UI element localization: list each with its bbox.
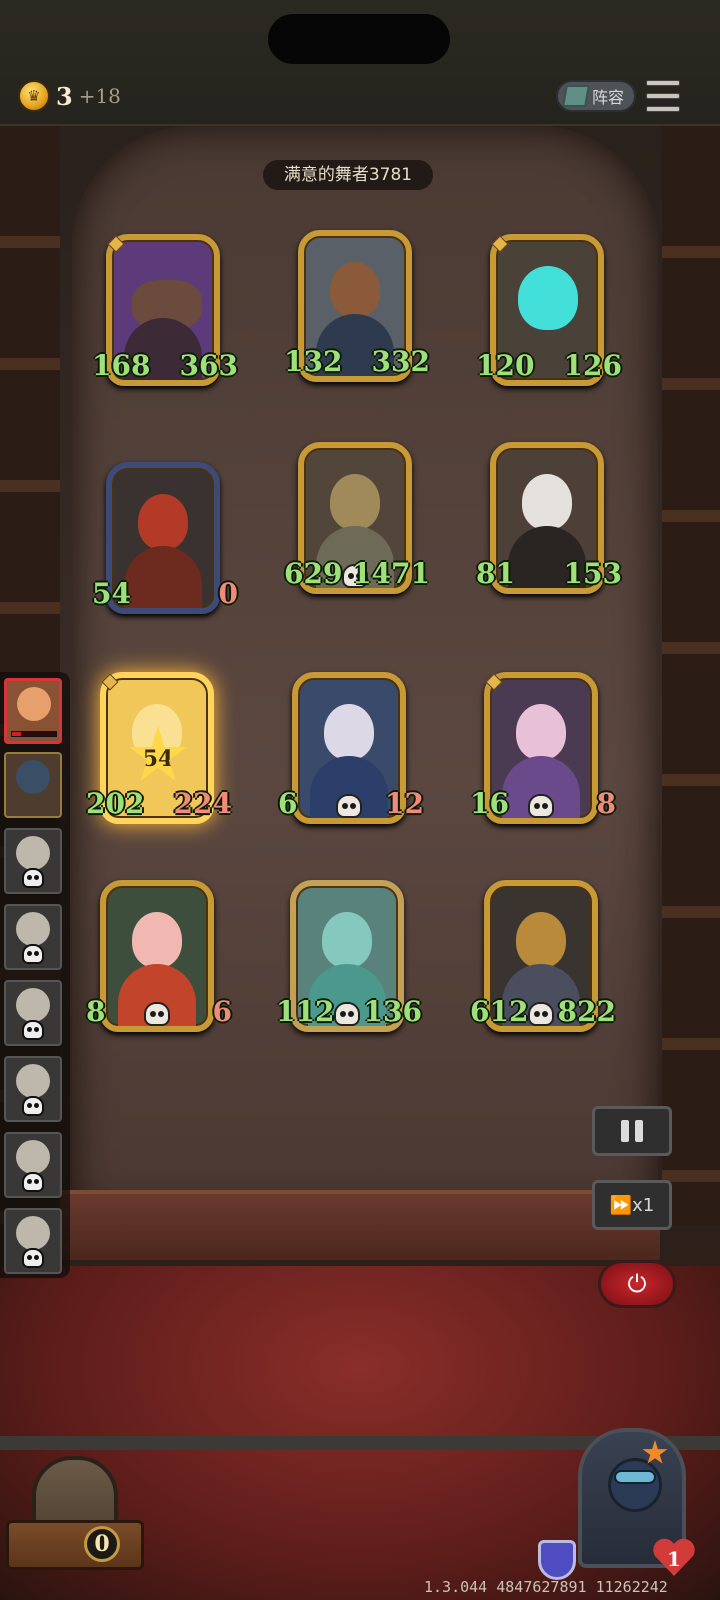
hamburger-menu-icon[interactable] [646,80,680,112]
avatar [17,687,51,721]
gold-display: ♛ 3 +18 [18,80,121,112]
minion-card[interactable]: 81 153 [476,442,622,594]
card-attack: 629 [284,557,343,590]
speed-label: x1 [632,1194,655,1216]
power-button[interactable]: ⏻ [598,1260,676,1308]
card-attack: 6 [278,787,298,820]
lineup-label: 阵容 [592,88,625,107]
chest-count: 0 [84,1526,120,1562]
fast-forward-icon: ⏩ [609,1194,633,1216]
chest-base [6,1520,144,1570]
card-attack: 120 [476,349,535,382]
minion-card-ghost[interactable]: 112 136 [276,880,422,1032]
skull-icon [22,868,44,888]
minion-card[interactable]: 168 363 [92,234,238,386]
camera-notch [268,14,450,64]
card-attack: 612 [470,995,529,1028]
card-health: 363 [179,349,238,382]
skull-icon [144,1002,170,1026]
minion-card[interactable]: 612 822 [470,880,616,1032]
avatar [16,1216,50,1250]
skull-icon [336,794,362,818]
card-health: 6 [212,995,232,1028]
avatar [16,988,50,1022]
skull-icon [334,1002,360,1026]
card-health: 136 [363,995,422,1028]
avatar [16,1140,50,1174]
minion-card[interactable]: 629 1471 [284,442,430,594]
pause-button[interactable] [592,1106,672,1156]
roster-slot-eliminated[interactable] [4,828,62,894]
pause-icon [621,1120,643,1142]
card-attack: 168 [92,349,151,382]
roster-slot[interactable] [4,752,62,818]
card-health: 332 [371,345,430,378]
minion-card[interactable]: 8 6 [86,880,232,1032]
card-attack: 202 [86,787,145,820]
card-attack: 81 [476,557,515,590]
card-health: 822 [557,995,616,1028]
top-bar: ♛ 3 +18 阵容 [0,0,720,126]
treasure-chest[interactable]: 0 [6,1446,144,1570]
avatar [16,1064,50,1098]
roster-slot-current[interactable] [4,678,62,744]
skull-icon [22,1248,44,1268]
goggles-icon [614,1470,656,1484]
card-attack: 54 [92,577,131,610]
minion-card[interactable]: 120 126 [476,234,622,386]
hero-face [608,1458,662,1512]
gold-amount: 3 [56,81,73,111]
avatar [16,836,50,870]
minion-card[interactable]: 16 8 [470,672,616,824]
version-text: 1.3.044 4847627891 11262242 [424,1578,668,1596]
minion-card[interactable]: 132 332 [284,230,430,382]
card-health: 126 [563,349,622,382]
card-health: 224 [173,787,232,820]
speed-button[interactable]: ⏩ x1 [592,1180,672,1230]
roster-slot-eliminated[interactable] [4,1208,62,1274]
skull-icon [22,1096,44,1116]
card-attack: 112 [276,995,335,1028]
book-icon [562,85,590,107]
roster-slot-eliminated[interactable] [4,1132,62,1198]
card-attack: 16 [470,787,509,820]
skull-icon [22,1172,44,1192]
health-bar [11,731,57,737]
minion-card[interactable]: 54 0 [92,462,238,614]
bookshelf-right [662,126,720,1226]
lineup-button[interactable]: 阵容 [556,80,636,112]
minion-card-golden[interactable]: 54 202 224 [86,672,232,824]
roster-slot-eliminated[interactable] [4,1056,62,1122]
card-health: 0 [218,577,238,610]
card-health: 1471 [352,557,430,590]
opponent-roster [0,672,70,1278]
roster-slot-eliminated[interactable] [4,980,62,1046]
power-icon: ⏻ [627,1270,647,1298]
shield-icon [538,1540,576,1580]
card-attack: 132 [284,345,343,378]
opponent-name: 满意的舞者3781 [263,160,433,190]
skull-icon [528,794,554,818]
skull-icon [22,944,44,964]
skull-icon [22,1020,44,1040]
avatar [16,912,50,946]
crown-coin-icon: ♛ [18,80,50,112]
stage-edge [60,1190,660,1260]
skull-icon [528,1002,554,1026]
gold-income: +18 [78,84,121,108]
card-attack: 8 [86,995,106,1028]
roster-slot-eliminated[interactable] [4,904,62,970]
avatar [16,760,50,794]
card-health: 8 [596,787,616,820]
card-health: 12 [385,787,424,820]
card-health: 153 [563,557,622,590]
minion-card[interactable]: 6 12 [278,672,424,824]
